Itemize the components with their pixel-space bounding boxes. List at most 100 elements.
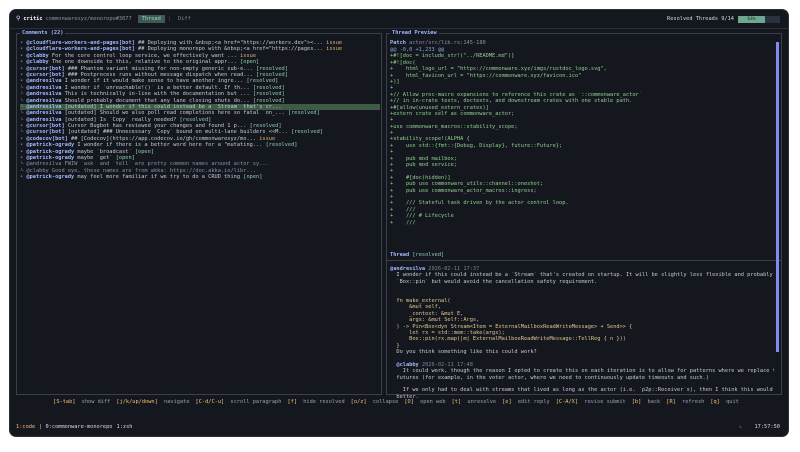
comment-status: [resolved]	[256, 71, 288, 78]
comment-status: [resolved]	[252, 84, 285, 91]
thread-author: @andresilva	[390, 266, 429, 272]
tmux-status-bar: 1:code | 0:commonware-monorepo 1:zsh ♨ 1…	[10, 422, 788, 432]
key: [j/k/up/down]	[116, 399, 161, 405]
tab-diff[interactable]: Diff	[174, 15, 195, 23]
comment-author: @cloudflare-workers-and-pages[bot]	[26, 46, 139, 53]
resolved-count: Resolved Threads 9/14	[667, 15, 734, 22]
comment-text: ### Postprocess runs without message dis…	[67, 71, 257, 78]
key-desc: scroll paragraph	[230, 399, 282, 405]
comment-author: @andresilva	[26, 103, 65, 110]
thread-date: 2026-02-11 17:48	[421, 361, 473, 368]
comment-status: [open]	[240, 59, 260, 66]
status-window-1[interactable]: 1:code	[16, 424, 35, 430]
comment-author: @cursor[bot]	[26, 71, 68, 78]
comment-text: [outdated] Is `Copy` really needed?	[64, 116, 180, 123]
comment-status: issue	[326, 46, 343, 53]
key: [O]	[404, 399, 418, 405]
comments-title: Comments (22)	[20, 30, 66, 37]
status-session[interactable]: | 0:commonware-monorepo	[39, 424, 112, 430]
bell-icon: ♨	[738, 423, 742, 430]
thread-code: }	[390, 342, 400, 349]
comments-panel: Comments (22) • @cloudflare-workers-and-…	[16, 30, 382, 395]
thread-date: 2026-02-11 17:37	[428, 266, 480, 272]
comment-status: [resolved]	[265, 142, 298, 149]
key: [C-d/C-u]	[195, 399, 228, 405]
keybinding[interactable]: [O] open web	[404, 399, 448, 405]
comment-reply-text: └ @clabby Good eye, these names are from…	[20, 167, 256, 174]
patch-header: Patch actor/src/lib.rs:145-180	[390, 40, 486, 46]
keybinding[interactable]: [q] quit	[710, 399, 742, 405]
keybinding[interactable]: [t] unresolve	[452, 399, 499, 405]
key: [o/z]	[350, 399, 370, 405]
keybinding[interactable]: [o/z] collapse	[351, 399, 402, 405]
thread-text: Do you think something like this could w…	[390, 349, 537, 356]
comment-text: I wonder if it would make sense to have …	[64, 78, 247, 85]
key: [C-A/X]	[555, 399, 582, 405]
thread-label: Thread	[390, 252, 410, 258]
keybinding[interactable]: [j/k/up/down] navigate	[116, 399, 192, 405]
comment-text: I wonder if there is a better word here …	[77, 142, 266, 149]
comment-author: @cursor[bot]	[26, 65, 68, 72]
comment-text: This is technically in-line with the doc…	[64, 91, 253, 98]
scrollbar-thumb[interactable]	[776, 42, 779, 352]
patch-file: actor/src/lib.rs:145-180	[409, 40, 486, 46]
comment-text: maybe `get`	[77, 155, 116, 162]
thread-code: Box::pin(rx.map(|m| ExternalMailboxReadW…	[390, 336, 626, 343]
comment-author: @patrick-ogrady	[26, 174, 78, 181]
keybinding[interactable]: [C-d/C-u] scroll paragraph	[196, 399, 285, 405]
key-desc: show diff	[81, 399, 111, 405]
comment-status: issue	[259, 135, 276, 142]
key: [f]	[287, 399, 301, 405]
keybinding[interactable]: [f] hide resolved	[287, 399, 347, 405]
scrollbar[interactable]	[776, 42, 779, 352]
comment-author: @patrick-ogrady	[26, 155, 78, 162]
thread-text: `Box::pin` but would avoid the cancellat…	[390, 278, 598, 285]
key: [t]	[451, 399, 465, 405]
comment-status: issue	[326, 40, 343, 46]
patch-code: @@ -0,0 +1,233 @@ +#![doc = include_str!(…	[390, 47, 778, 226]
keybinding[interactable]: [b] back	[632, 399, 664, 405]
keybinding[interactable]: [R] refresh	[666, 399, 707, 405]
key: [b]	[631, 399, 645, 405]
key: [e]	[502, 399, 515, 405]
comment-text: Cursor Bugbot has reviewed your changes …	[67, 123, 250, 130]
comment-status: [resolved]	[252, 97, 285, 104]
comment-text: maybe `broadcast`	[77, 148, 135, 155]
comment-author: @clabby	[26, 59, 52, 66]
app-name: critic	[23, 15, 43, 22]
thread-preview-title: Thread Preview	[390, 30, 439, 37]
keybinding-bar: [S-tab] show diff [j/k/up/down] navigate[…	[10, 399, 788, 405]
status-window-2[interactable]: 1:zsh	[117, 424, 133, 430]
keybinding[interactable]: [e] edit reply	[502, 399, 553, 405]
comment-status: [resolved]	[246, 78, 279, 85]
comment-author: @cloudflare-workers-and-pages[bot]	[26, 40, 139, 46]
key-desc: hide resolved	[303, 399, 345, 405]
patch-label: Patch	[390, 40, 406, 46]
key: [R]	[666, 399, 680, 405]
key: [q]	[710, 399, 724, 405]
comment-author: @andresilva	[26, 78, 65, 85]
comment-author: @andresilva	[26, 91, 65, 98]
key-desc: open web	[420, 399, 446, 405]
top-bar: ⚲ critic commonwarexyz/monorepo#3077 Thr…	[10, 10, 788, 29]
comment-status: [open]	[243, 174, 263, 181]
thread-code: ) -> Pin<Box<dyn Stream<Item = ExternalM…	[390, 323, 633, 330]
comment-status: [resolved]	[287, 110, 320, 117]
thread-line: If we only had to deal with streams that…	[390, 387, 774, 393]
thread-code: fn make_external(	[390, 297, 451, 304]
comment-reply-text: └ @andresilva FWIW `ask` and `tell` are …	[20, 161, 269, 168]
tab-thread[interactable]: Thread	[137, 14, 165, 24]
key-desc: revise submit	[584, 399, 626, 405]
magnifier-icon: ⚲	[16, 14, 21, 22]
repo-name: commonwarexyz/monorepo#3077	[45, 15, 132, 22]
thread-text: futures (for example, in the voter actor…	[390, 374, 709, 381]
comment-author: @patrick-ogrady	[26, 148, 78, 155]
comment-text: I wonder if `unreachable!()` is a better…	[64, 84, 253, 91]
keybinding[interactable]: [C-A/X] revise submit	[556, 399, 629, 405]
list-item[interactable]: • @patrick-ogrady may feel more familiar…	[20, 174, 380, 180]
keybinding[interactable]: [S-tab] show diff	[53, 399, 113, 405]
comment-text: [outdated] Should we also poll read comp…	[64, 110, 288, 117]
thread-text: If we only had to deal with streams that…	[390, 387, 774, 394]
comment-author: @clabby	[26, 52, 52, 59]
code-line: + ///	[390, 219, 416, 226]
